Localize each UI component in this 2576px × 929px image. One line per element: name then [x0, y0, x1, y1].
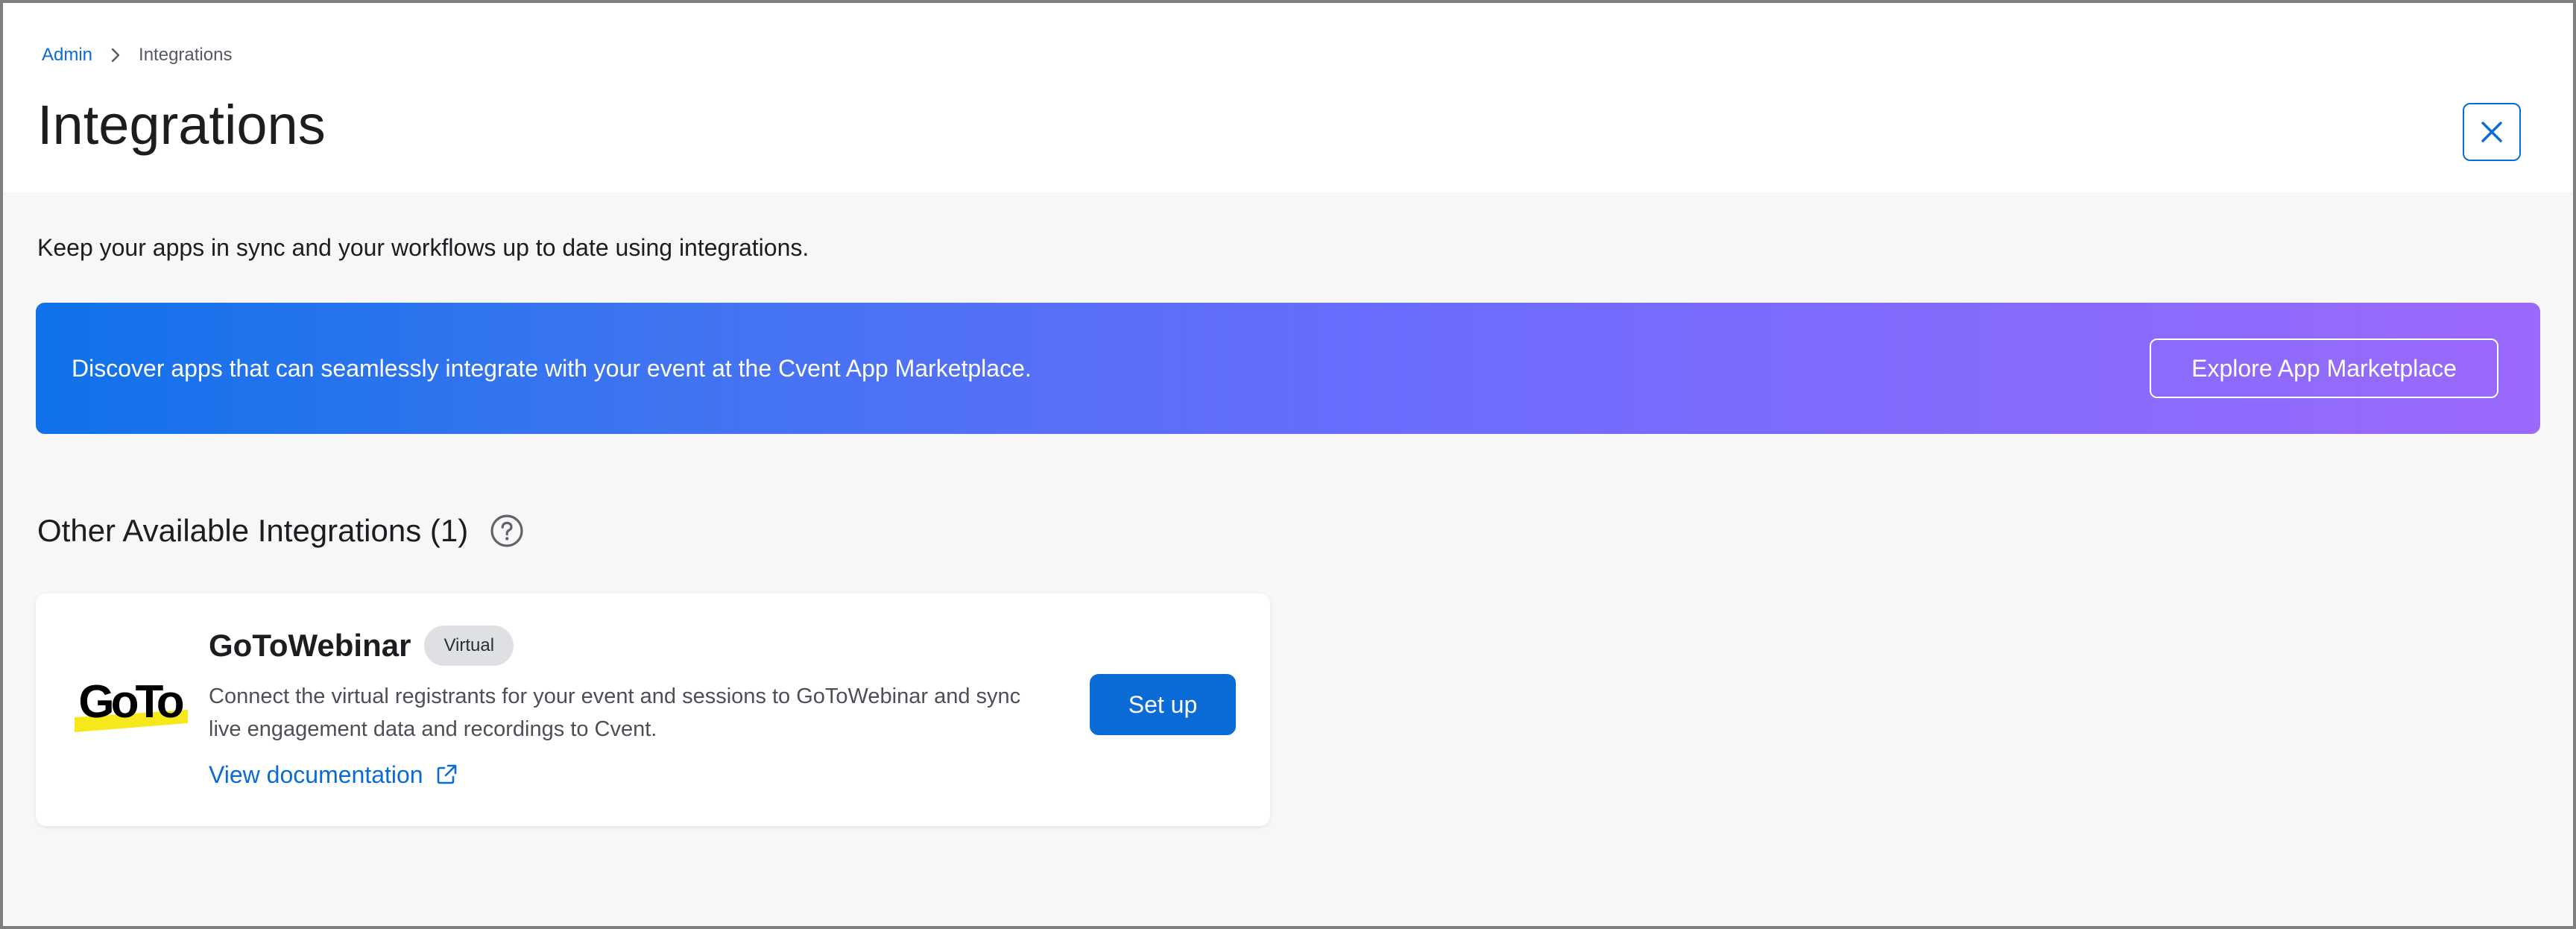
integration-description: Connect the virtual registrants for your… [209, 680, 1073, 746]
goto-logo: GoTo [72, 671, 191, 738]
marketplace-banner: Discover apps that can seamlessly integr… [36, 303, 2540, 434]
integrations-page: Admin Integrations Integrations Keep you… [3, 3, 2573, 926]
close-icon [2479, 119, 2504, 145]
close-button[interactable] [2463, 103, 2521, 161]
explore-marketplace-button[interactable]: Explore App Marketplace [2150, 338, 2498, 398]
integration-card-gotowebinar: GoTo GoToWebinar Virtual Connect the vir… [36, 593, 1270, 826]
logo-text: GoTo [78, 676, 183, 728]
intro-text: Keep your apps in sync and your workflow… [37, 234, 809, 261]
view-documentation-link[interactable]: View documentation [209, 759, 1073, 790]
page-title: Integrations [37, 94, 326, 156]
banner-text: Discover apps that can seamlessly integr… [72, 355, 1032, 382]
breadcrumb-integrations: Integrations [139, 45, 233, 65]
integration-name: GoToWebinar [209, 628, 411, 663]
setup-button[interactable]: Set up [1090, 674, 1236, 735]
integration-card-header: GoToWebinar Virtual [209, 623, 1073, 668]
breadcrumb: Admin Integrations [42, 42, 232, 69]
doc-link-label: View documentation [209, 761, 423, 788]
description-line: live engagement data and recordings to C… [209, 717, 657, 741]
section-header: Other Available Integrations (1) [37, 510, 525, 552]
integration-card-body: GoToWebinar Virtual Connect the virtual … [209, 623, 1073, 790]
page-header: Admin Integrations Integrations [3, 3, 2573, 192]
external-link-icon [435, 763, 458, 786]
page-content: Keep your apps in sync and your workflow… [3, 192, 2573, 926]
help-circle-icon[interactable] [489, 513, 525, 549]
section-title: Other Available Integrations (1) [37, 513, 469, 548]
description-line: Connect the virtual registrants for your… [209, 684, 1021, 708]
breadcrumb-admin[interactable]: Admin [42, 45, 92, 66]
chevron-right-icon [92, 47, 139, 63]
virtual-badge: Virtual [424, 626, 514, 666]
